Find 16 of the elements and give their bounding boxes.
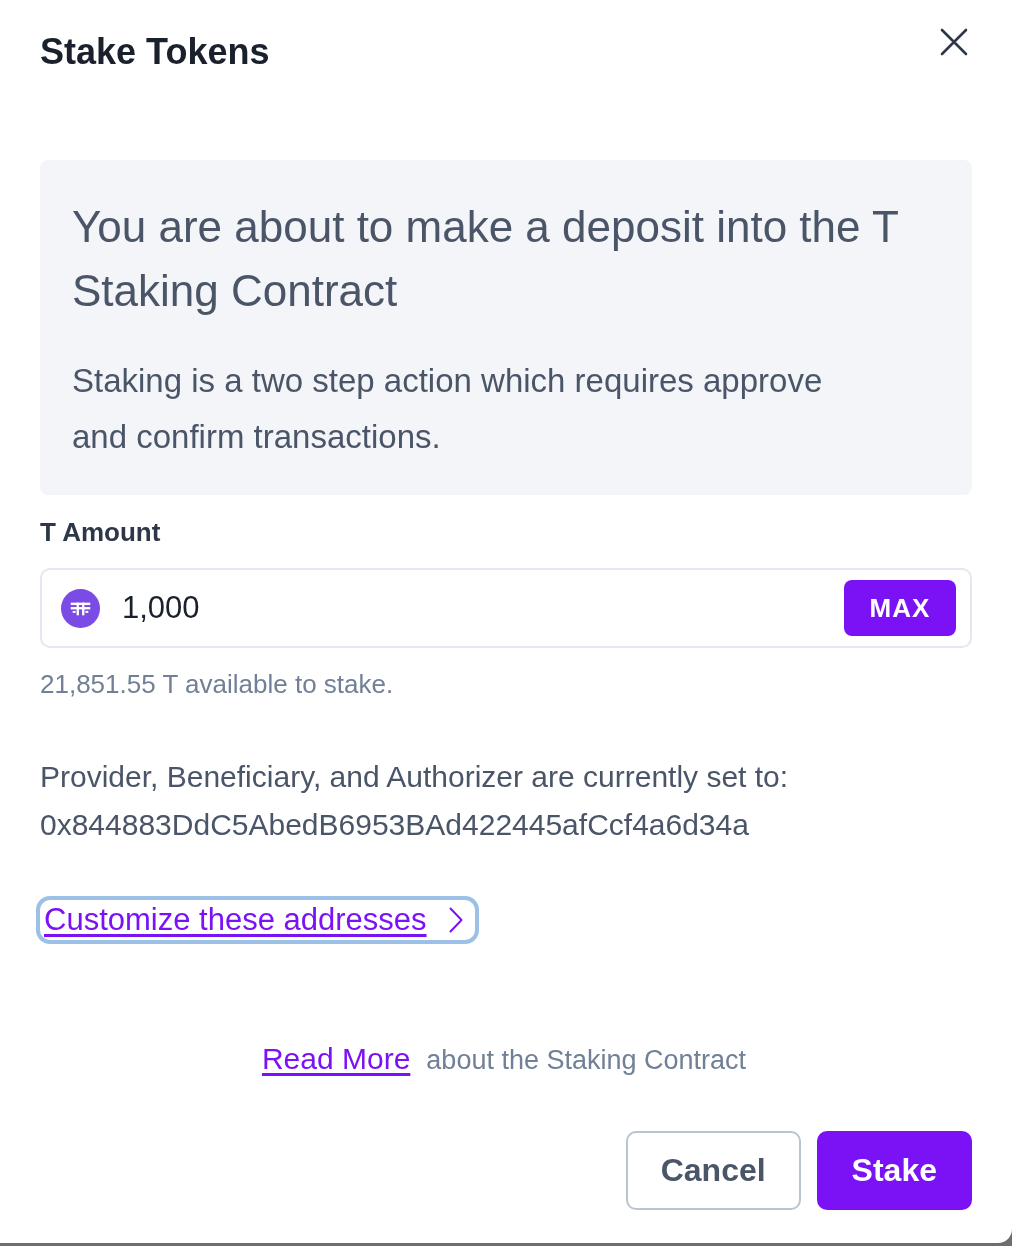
available-balance-text: 21,851.55 T available to stake.	[40, 668, 395, 701]
max-button[interactable]: MAX	[844, 580, 956, 636]
chevron-right-icon	[448, 907, 463, 933]
customize-addresses-link[interactable]: Customize these addresses	[36, 896, 479, 944]
stake-button[interactable]: Stake	[816, 1131, 972, 1210]
cancel-button[interactable]: Cancel	[625, 1131, 801, 1210]
note-text: about the Staking Contract	[426, 1044, 747, 1077]
info-text: Staking is a two step action which requires approve and confirm transactions.	[72, 361, 824, 457]
info-heading: You are about to make a deposit into the T Staking Contract	[72, 201, 899, 317]
read-more-link[interactable]: Read More	[261, 1039, 411, 1079]
wallet-address: 0x844883DdC5AbedB6953BAd422445afCcf4a6d34a	[40, 807, 750, 843]
token-logo-icon	[61, 588, 100, 628]
dialog-title: Stake Tokens	[40, 30, 270, 74]
addresses-text: Provider, Beneficiary, and Authorizer are currently set to:	[40, 759, 790, 795]
field-label: T Amount	[40, 516, 162, 549]
amount-field[interactable]: 1,000 MAX	[40, 568, 972, 648]
